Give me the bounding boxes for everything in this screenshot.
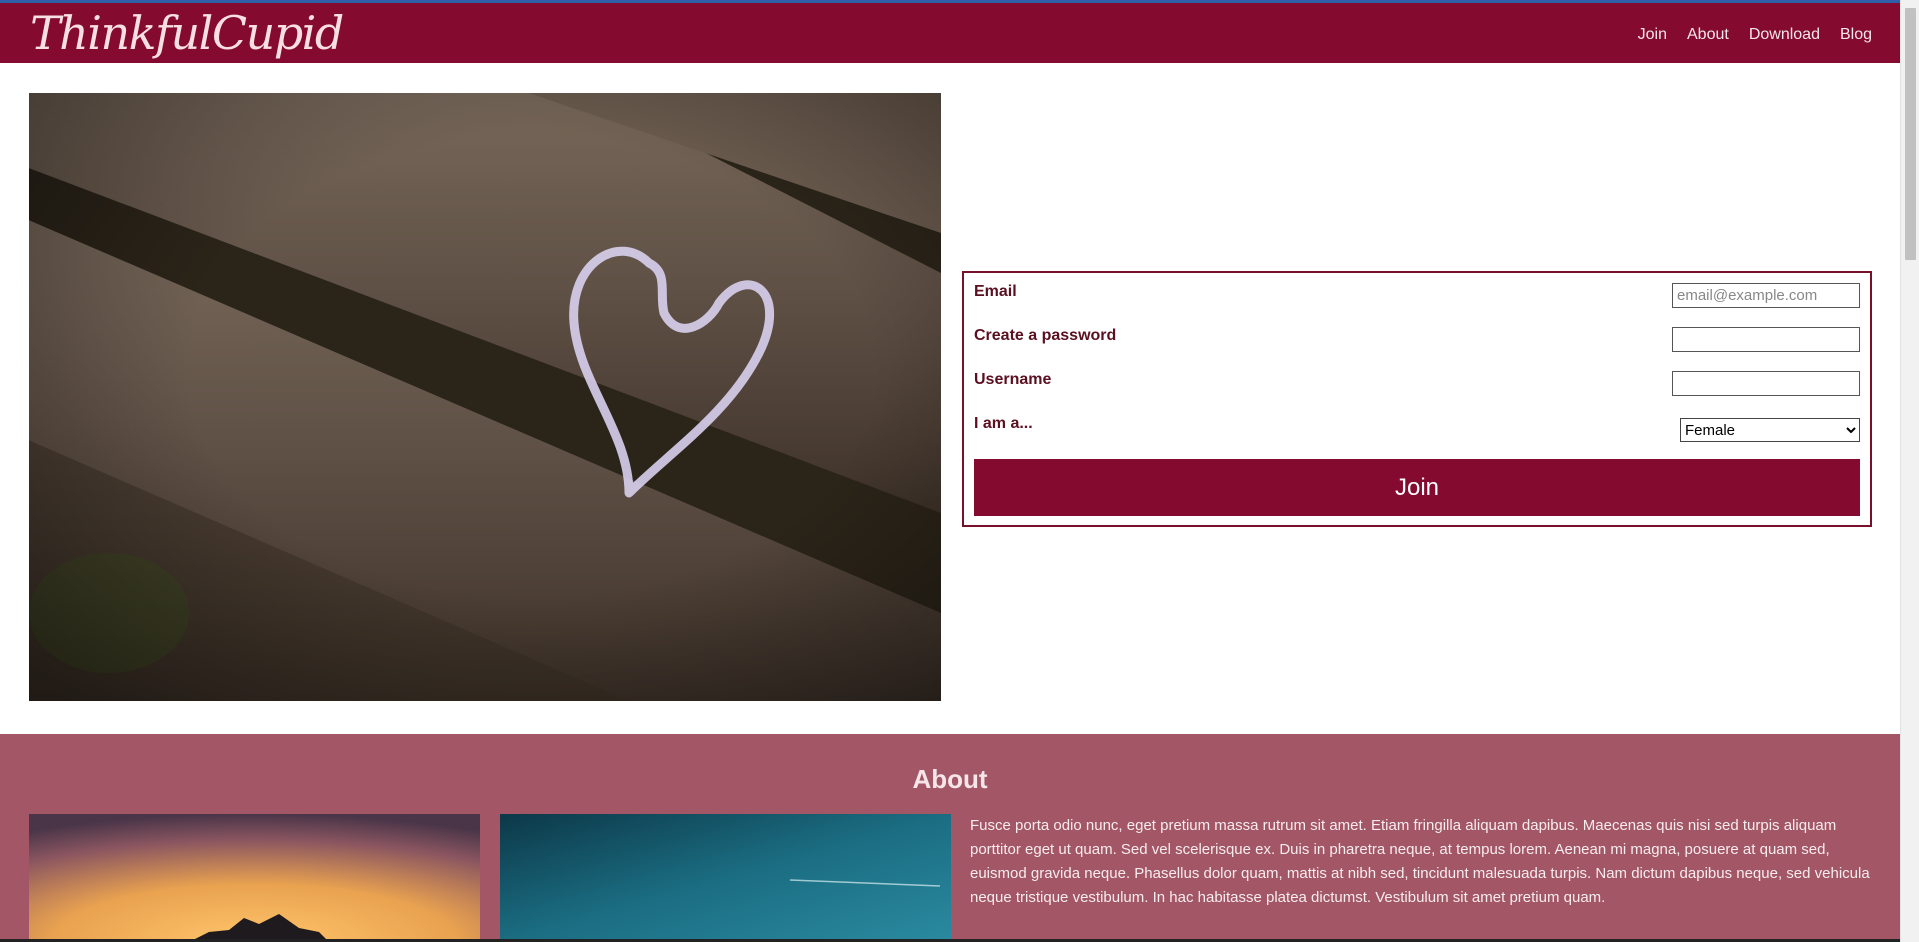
about-title: About — [912, 764, 988, 794]
gender-label: I am a... — [974, 415, 1033, 432]
signup-form: Email Create a password Username I am a.… — [962, 271, 1872, 527]
nav-menu: Join About Download Blog — [1638, 26, 1872, 44]
password-row: Create a password — [974, 327, 1860, 355]
username-input[interactable] — [1672, 371, 1860, 396]
email-row: Email — [974, 283, 1860, 311]
username-row: Username — [974, 371, 1860, 399]
about-description: Fusce porta odio nunc, eget pretium mass… — [970, 817, 1870, 906]
hero-image-heart-bench — [29, 93, 941, 701]
about-image-sky — [500, 814, 951, 942]
password-input[interactable] — [1672, 327, 1860, 352]
password-label: Create a password — [974, 327, 1117, 344]
navbar: ThinkfulCupid Join About Download Blog — [0, 3, 1900, 63]
nav-link-blog[interactable]: Blog — [1840, 26, 1872, 44]
scrollbar-thumb[interactable] — [1905, 8, 1916, 260]
nav-link-download[interactable]: Download — [1749, 26, 1820, 44]
about-image-sunset — [29, 814, 480, 942]
join-button[interactable]: Join — [974, 459, 1860, 516]
brand-logo[interactable]: ThinkfulCupid — [30, 5, 344, 61]
about-section: About Fusce porta odio nunc, eget pretiu… — [0, 734, 1900, 942]
email-input[interactable] — [1672, 283, 1860, 308]
gender-row: I am a... Female — [974, 415, 1860, 443]
email-label: Email — [974, 283, 1017, 300]
username-label: Username — [974, 371, 1052, 388]
gender-select[interactable]: Female — [1680, 418, 1860, 442]
nav-link-join[interactable]: Join — [1638, 26, 1667, 44]
nav-link-about[interactable]: About — [1687, 26, 1729, 44]
vertical-scrollbar[interactable] — [1900, 0, 1919, 942]
